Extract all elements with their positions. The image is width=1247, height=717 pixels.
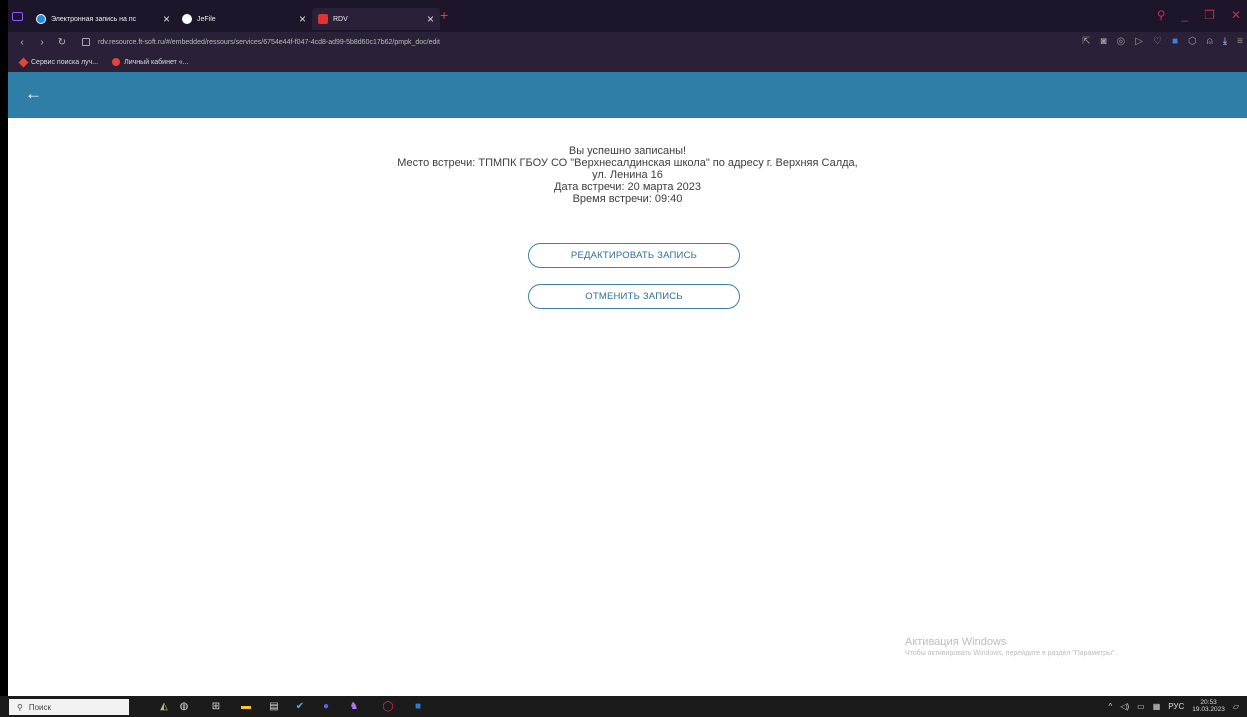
- close-window-icon[interactable]: ✕: [1231, 8, 1241, 22]
- bookmark-search-service[interactable]: Сервис поиска луч...: [18, 57, 99, 67]
- owl-icon[interactable]: ◍: [178, 700, 190, 712]
- browser-window: Электронная запись на пс × JeFile × RDV …: [8, 0, 1247, 717]
- message-time: Время встречи: 09:40: [572, 193, 683, 205]
- discord-icon[interactable]: ●: [320, 700, 332, 712]
- network-icon[interactable]: ▭: [1137, 702, 1145, 711]
- edit-appointment-button[interactable]: РЕДАКТИРОВАТЬ ЗАПИСЬ: [528, 243, 740, 268]
- file-explorer-icon[interactable]: ▬: [240, 700, 252, 712]
- task-view-icon[interactable]: ⊞: [210, 700, 222, 712]
- back-nav-icon[interactable]: ‹: [16, 37, 28, 48]
- search-label: Поиск: [28, 702, 52, 712]
- app-header: ←: [8, 72, 1247, 118]
- minimize-icon[interactable]: _: [1181, 8, 1188, 22]
- address-bar: ‹ › ↻ rdv.resource.ft-soft.ru/#/embedded…: [8, 32, 1247, 52]
- taskbar: ⚲ Поиск ◭ ◍ ⊞ ▬ ▤ ✔ ● ♞ ◯ ■ ^ ◁) ▭ ▦ РУС…: [0, 696, 1247, 717]
- url-field[interactable]: rdv.resource.ft-soft.ru/#/embedded/resso…: [98, 39, 440, 46]
- message-place: Место встречи: ТПМПК ГБОУ СО "Верхнесалд…: [397, 157, 858, 169]
- taskbar-search[interactable]: ⚲ Поиск: [9, 699, 129, 715]
- clock[interactable]: 20:53 19.03.2023: [1192, 699, 1225, 713]
- page-content: Вы успешно записаны! Место встречи: ТПМП…: [8, 118, 1247, 696]
- bookmark-label: Сервис поиска луч...: [31, 58, 99, 66]
- camera-icon[interactable]: ◙: [1101, 36, 1107, 47]
- search-icon[interactable]: ⚲: [1157, 8, 1166, 22]
- new-tab-button[interactable]: +: [440, 7, 448, 23]
- windows-activation-watermark: Активация Windows Чтобы активировать Win…: [905, 636, 1116, 657]
- bookmark-label: Личный кабинет «...: [124, 58, 189, 66]
- jefile-icon: [182, 14, 192, 24]
- tab-title: JeFile: [197, 15, 216, 23]
- bookmark-icon: [112, 58, 121, 66]
- address-bar-icons: ⇱ ◙ ◎ ▷ ♡ ■ ⬡ ⍝ ⤓ ≡: [1082, 36, 1243, 47]
- epic-games-icon[interactable]: ▤: [268, 700, 280, 712]
- share-icon[interactable]: ⇱: [1082, 36, 1090, 47]
- profile-icon[interactable]: ⍝: [1207, 36, 1213, 47]
- system-tray: ^ ◁) ▭ ▦ РУС 20:53 19.03.2023 ▱: [1109, 699, 1239, 713]
- opera-icon[interactable]: ◯: [382, 700, 394, 712]
- success-message: Вы успешно записаны! Место встречи: ТПМП…: [8, 145, 1247, 205]
- language-indicator[interactable]: РУС: [1168, 702, 1184, 711]
- messenger-icon[interactable]: [12, 12, 23, 21]
- close-icon[interactable]: ×: [427, 12, 434, 26]
- tab-title: Электронная запись на пс: [51, 15, 137, 23]
- lock-icon: [82, 38, 90, 46]
- cancel-appointment-button[interactable]: ОТМЕНИТЬ ЗАПИСЬ: [528, 284, 740, 309]
- reload-icon[interactable]: ↻: [56, 37, 68, 48]
- wordpress-icon: [36, 14, 46, 24]
- player-icon[interactable]: ▷: [1135, 36, 1143, 47]
- pencil-app-icon[interactable]: ✔: [294, 700, 306, 712]
- rdv-icon: [318, 14, 328, 24]
- notifications-icon[interactable]: ▱: [1233, 702, 1239, 711]
- chevron-up-icon[interactable]: ^: [1109, 702, 1113, 711]
- clock-date: 19.03.2023: [1192, 706, 1225, 713]
- download-icon[interactable]: ⤓: [1223, 36, 1227, 47]
- shield-icon[interactable]: ◎: [1117, 36, 1126, 47]
- tab-strip: Электронная запись на пс × JeFile × RDV …: [8, 0, 1247, 32]
- close-icon[interactable]: ×: [299, 12, 306, 26]
- forward-nav-icon[interactable]: ›: [36, 37, 48, 48]
- widget-owl-icon[interactable]: ◭: [158, 700, 170, 712]
- activation-title: Активация Windows: [905, 636, 1007, 648]
- close-icon[interactable]: ×: [163, 12, 170, 26]
- menu-icon[interactable]: ≡: [1237, 36, 1243, 47]
- cube-icon[interactable]: ⬡: [1188, 36, 1197, 47]
- back-arrow-icon[interactable]: ←: [25, 84, 42, 104]
- message-date: Дата встречи: 20 марта 2023: [554, 181, 701, 193]
- bookmark-icon: [18, 57, 29, 67]
- tab-title: RDV: [333, 15, 348, 23]
- bookmark-personal-cabinet[interactable]: Личный кабинет «...: [112, 58, 188, 66]
- message-success: Вы успешно записаны!: [568, 145, 687, 157]
- keyboard-icon[interactable]: ▦: [1153, 702, 1161, 711]
- search-icon: ⚲: [17, 702, 23, 712]
- extension-icon[interactable]: ■: [1172, 36, 1178, 47]
- window-controls: ⚲ _ ❐ ✕: [1157, 8, 1241, 22]
- activation-subtitle: Чтобы активировать Windows, перейдите в …: [905, 650, 1117, 657]
- heart-icon[interactable]: ♡: [1153, 36, 1162, 47]
- clock-time: 20:53: [1200, 699, 1217, 706]
- tab-electronic-record[interactable]: Электронная запись на пс ×: [30, 8, 176, 30]
- restore-icon[interactable]: ❐: [1204, 8, 1215, 22]
- tab-rdv[interactable]: RDV ×: [312, 8, 440, 30]
- bookmarks-bar: Сервис поиска луч... Личный кабинет «...: [8, 52, 1247, 72]
- gamepad-icon[interactable]: ♞: [348, 700, 360, 712]
- tab-jefile[interactable]: JeFile ×: [176, 8, 312, 30]
- word-icon[interactable]: ■: [412, 700, 424, 712]
- volume-icon[interactable]: ◁): [1120, 702, 1129, 711]
- message-address: ул. Ленина 16: [592, 169, 663, 181]
